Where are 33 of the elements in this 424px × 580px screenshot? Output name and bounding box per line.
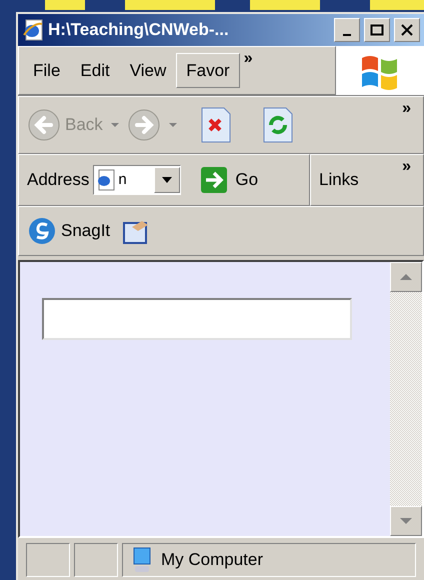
scroll-up-button[interactable] [390, 262, 422, 292]
status-panel [74, 543, 118, 577]
close-button[interactable] [394, 18, 420, 42]
address-label: Address [27, 169, 90, 192]
maximize-icon [370, 24, 384, 36]
dropdown-caret-icon[interactable] [110, 123, 119, 127]
minimize-icon [343, 34, 351, 36]
dropdown-caret-icon[interactable] [168, 123, 177, 127]
maximize-button[interactable] [364, 18, 390, 42]
snagit-button[interactable]: SnagIt [27, 216, 110, 246]
close-icon [400, 24, 414, 36]
window-title: H:\Teaching\CNWeb-... [48, 19, 230, 42]
more-chevron[interactable]: » [398, 101, 415, 117]
stop-button[interactable] [200, 107, 231, 143]
status-panel [26, 543, 70, 577]
text-input-field[interactable] [42, 298, 352, 340]
links-label[interactable]: Links [319, 167, 359, 193]
refresh-button[interactable] [262, 107, 293, 143]
address-field[interactable]: n [93, 165, 182, 195]
scroll-down-button[interactable] [390, 506, 422, 536]
menu-item[interactable]: Edit [70, 52, 120, 88]
more-chevron[interactable]: » [398, 159, 415, 175]
dropdown-button[interactable] [154, 167, 180, 193]
menu-item[interactable]: Favor [176, 52, 240, 88]
computer-icon [131, 546, 153, 574]
menu-item[interactable]: File [23, 52, 70, 88]
browser-logo-icon [22, 19, 44, 41]
snagit-logo-icon [27, 216, 57, 246]
more-chevron[interactable]: » [240, 51, 257, 67]
go-button[interactable]: Go [201, 167, 258, 193]
minimize-button[interactable] [334, 18, 360, 42]
menu-item[interactable]: View [120, 52, 176, 88]
zone-label: My Computer [161, 549, 264, 572]
